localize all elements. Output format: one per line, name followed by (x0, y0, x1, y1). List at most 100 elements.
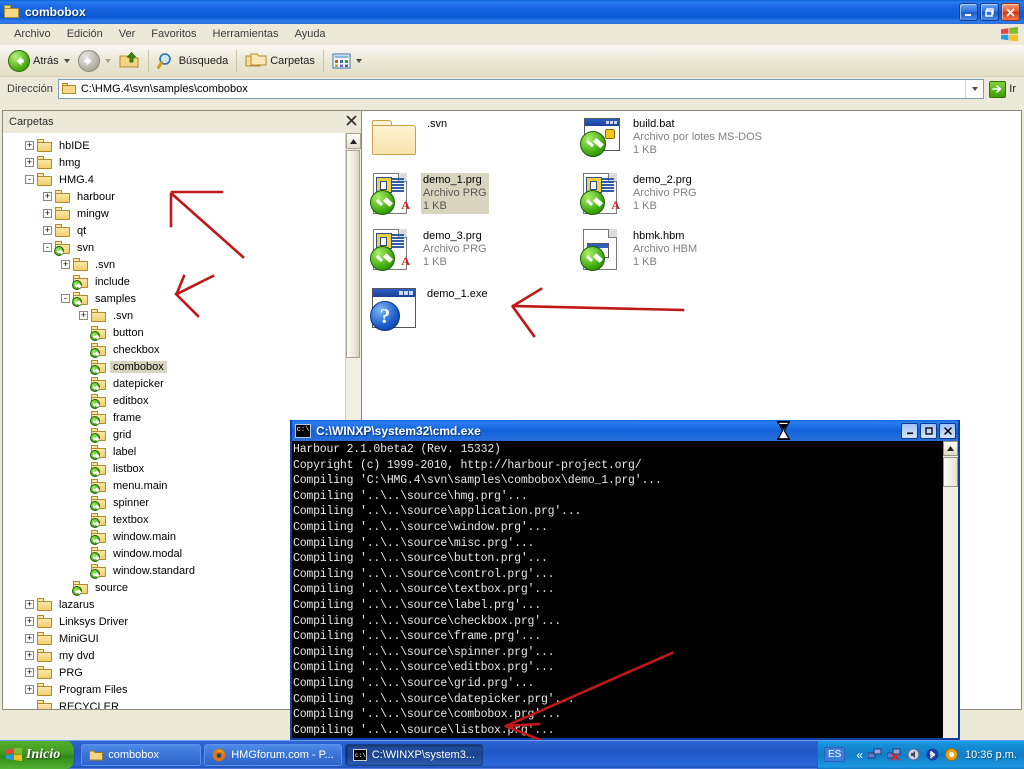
expand-icon[interactable]: + (43, 226, 52, 235)
console-line: Compiling '..\..\source\spinner.prg'... (293, 645, 555, 659)
menu-item-edicion[interactable]: Edición (59, 26, 111, 42)
close-button[interactable] (1001, 3, 1020, 21)
start-button[interactable]: Inicio (0, 740, 76, 769)
taskbar-button[interactable]: HMGforum.com - P... (204, 743, 342, 766)
windows-logo-icon[interactable] (998, 25, 1020, 44)
menu-item-ayuda[interactable]: Ayuda (287, 26, 334, 42)
tree-item-datepicker[interactable]: datepicker (3, 375, 345, 392)
collapse-icon[interactable]: - (61, 294, 70, 303)
tree-item-label: editbox (113, 394, 149, 407)
views-button[interactable] (328, 48, 366, 74)
tree-item--svn[interactable]: + .svn (3, 256, 345, 273)
menu-item-herramientas[interactable]: Herramientas (205, 26, 287, 42)
close-icon[interactable] (346, 115, 357, 129)
go-button[interactable]: Ir (989, 80, 1020, 98)
network-disconnected-icon[interactable] (887, 748, 901, 762)
file-name: demo_2.prg (633, 174, 692, 186)
chevron-down-icon[interactable] (63, 58, 70, 63)
tree-item-label: lazarus (59, 598, 95, 611)
tree-item-label: hmg (59, 156, 81, 169)
tree-item-editbox[interactable]: editbox (3, 392, 345, 409)
search-button[interactable]: Búsqueda (153, 48, 233, 74)
language-indicator[interactable]: ES (823, 747, 846, 762)
windows-logo-icon (6, 747, 22, 761)
hourglass-cursor-icon (776, 421, 791, 440)
console-scroll-up-button[interactable] (943, 441, 958, 456)
expand-icon[interactable]: + (43, 209, 52, 218)
tray-expand-button[interactable]: « (856, 748, 863, 762)
expand-icon[interactable]: + (25, 685, 34, 694)
folder-icon (55, 207, 71, 220)
console-line: Compiling '..\..\source\hmg.prg'... (293, 489, 528, 503)
network-icon[interactable] (868, 748, 882, 762)
file-item[interactable]: ? demo_1.exe (370, 287, 490, 331)
collapse-icon[interactable]: - (43, 243, 52, 252)
bluetooth-icon[interactable] (925, 748, 939, 762)
expand-icon[interactable]: + (25, 617, 34, 626)
collapse-icon[interactable]: - (25, 175, 34, 184)
expand-icon[interactable]: + (25, 600, 34, 609)
expand-icon[interactable]: + (25, 651, 34, 660)
file-item[interactable]: build.bat Archivo por lotes MS-DOS 1 KB (580, 117, 764, 159)
folders-button[interactable]: Carpetas (241, 48, 319, 74)
tree-item--svn[interactable]: + .svn (3, 307, 345, 324)
tree-item-hbide[interactable]: + hbIDE (3, 137, 345, 154)
clock[interactable]: 10:36 p.m. (965, 749, 1017, 761)
tree-item-checkbox[interactable]: checkbox (3, 341, 345, 358)
file-item-text: demo_1.exe (425, 287, 490, 302)
console-minimize-button[interactable] (901, 422, 918, 439)
console-line: Compiling '..\..\source\listbox.prg'... (293, 723, 555, 737)
menu-item-favoritos[interactable]: Favoritos (143, 26, 204, 42)
up-button[interactable] (115, 48, 144, 74)
expand-icon[interactable]: + (25, 668, 34, 677)
tree-item-label: datepicker (113, 377, 164, 390)
tree-item-mingw[interactable]: + mingw (3, 205, 345, 222)
tree-item-harbour[interactable]: + harbour (3, 188, 345, 205)
scrollbar-thumb[interactable] (346, 150, 360, 358)
menu-item-ver[interactable]: Ver (111, 26, 144, 42)
file-item[interactable]: hbmk.hbm Archivo HBM 1 KB (580, 229, 699, 271)
expand-icon[interactable]: + (79, 311, 88, 320)
console-maximize-button[interactable] (920, 422, 937, 439)
taskbar-button[interactable]: combobox (81, 743, 202, 766)
folder-icon (370, 117, 418, 159)
tree-item-button[interactable]: button (3, 324, 345, 341)
console-scrollbar-thumb[interactable] (943, 457, 958, 487)
tree-item-samples[interactable]: - samples (3, 290, 345, 307)
back-button[interactable]: Atrás (4, 48, 74, 74)
volume-icon[interactable] (906, 748, 920, 762)
tree-item-include[interactable]: include (3, 273, 345, 290)
chevron-down-icon[interactable] (355, 58, 362, 63)
tree-item-qt[interactable]: + qt (3, 222, 345, 239)
file-item[interactable]: Ademo_3.prg Archivo PRG 1 KB (370, 229, 489, 271)
expand-icon[interactable]: + (25, 141, 34, 150)
expand-icon[interactable]: + (25, 634, 34, 643)
console-icon: c:\ (295, 423, 311, 438)
console-close-button[interactable] (939, 422, 956, 439)
address-input[interactable]: C:\HMG.4\svn\samples\combobox (57, 79, 985, 99)
console-scrollbar[interactable] (942, 441, 958, 738)
file-item[interactable]: .svn (370, 117, 449, 159)
taskbar-button[interactable]: c:\ C:\WINXP\system3... (344, 743, 484, 766)
bat-file-icon (580, 117, 624, 159)
tree-item-label: svn (77, 241, 95, 254)
menu-item-archivo[interactable]: Archivo (6, 26, 59, 42)
tree-item-combobox[interactable]: combobox (3, 358, 345, 375)
tree-item-label: menu.main (113, 479, 168, 492)
restore-button[interactable] (980, 3, 999, 21)
address-dropdown-button[interactable] (965, 80, 981, 98)
file-item[interactable]: Ademo_2.prg Archivo PRG 1 KB (580, 173, 699, 215)
expand-icon[interactable]: + (25, 158, 34, 167)
update-icon[interactable] (944, 748, 958, 762)
tree-item-svn[interactable]: - svn (3, 239, 345, 256)
address-path: C:\HMG.4\svn\samples\combobox (80, 83, 248, 95)
scroll-up-button[interactable] (346, 133, 361, 149)
tree-item-hmg[interactable]: + hmg (3, 154, 345, 171)
expand-icon[interactable]: + (43, 192, 52, 201)
tree-item-hmg-4[interactable]: - HMG.4 (3, 171, 345, 188)
folder-svn-icon (72, 275, 89, 290)
expand-icon[interactable]: + (61, 260, 70, 269)
console-body[interactable]: Harbour 2.1.0beta2 (Rev. 15332) Copyright… (292, 441, 958, 738)
minimize-button[interactable] (959, 3, 978, 21)
file-item[interactable]: Ademo_1.prg Archivo PRG 1 KB (370, 173, 489, 215)
